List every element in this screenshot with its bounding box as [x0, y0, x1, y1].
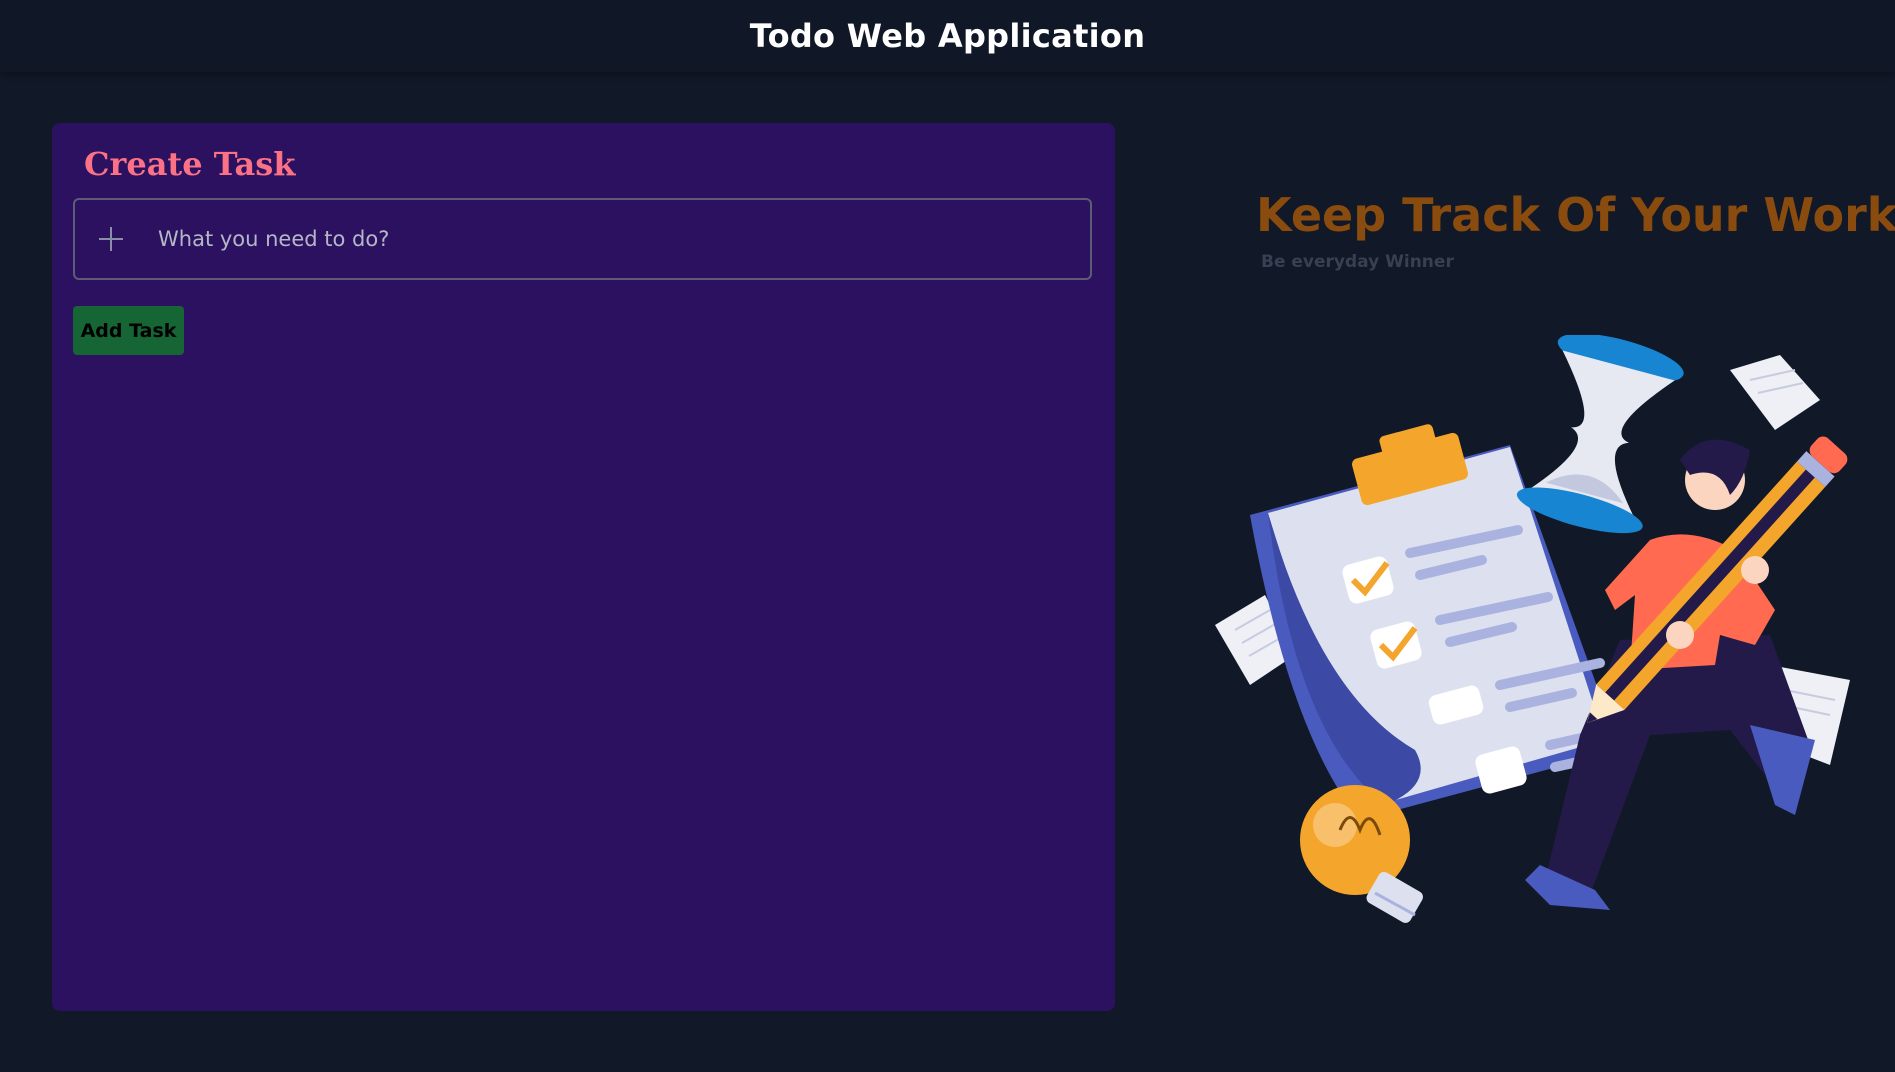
- hero-subheading: Be everyday Winner: [1261, 252, 1454, 272]
- add-task-button[interactable]: Add Task: [73, 306, 184, 355]
- plus-icon[interactable]: [99, 227, 123, 251]
- loose-paper-top: [1730, 355, 1820, 430]
- task-input[interactable]: [156, 208, 1090, 270]
- hourglass: [1516, 335, 1684, 534]
- top-bar: Todo Web Application: [0, 0, 1895, 72]
- task-input-container[interactable]: [73, 198, 1092, 280]
- hero-heading: Keep Track Of Your Work: [1256, 188, 1895, 242]
- todo-checklist-illustration: [1215, 335, 1850, 923]
- create-task-title: Create Task: [84, 145, 296, 183]
- create-task-panel: Create Task Add Task: [52, 123, 1115, 1011]
- app-title: Todo Web Application: [749, 17, 1146, 55]
